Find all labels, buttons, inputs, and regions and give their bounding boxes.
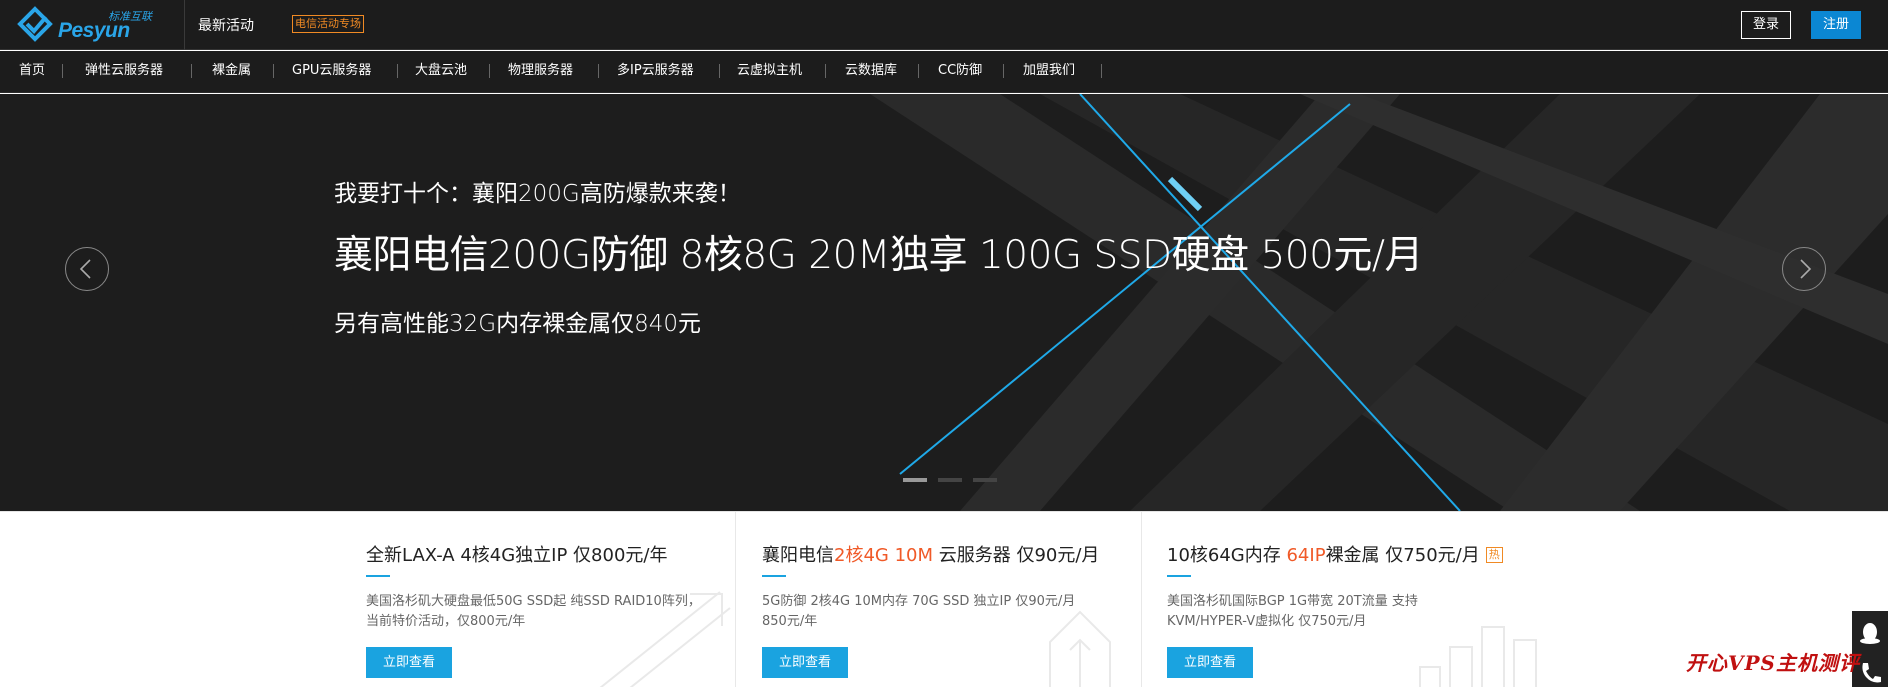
card-title: 襄阳电信2核4G 10M 云服务器 仅90元/月	[762, 541, 1099, 567]
card-title-text: 全新LAX-A 4核4G独立IP 仅800元/年	[366, 545, 668, 566]
card-description: 美国洛杉矶国际BGP 1G带宽 20T流量 支持KVM/HYPER-V虚拟化 仅…	[1167, 594, 1418, 629]
nav-divider	[62, 64, 63, 78]
carousel-prev-button[interactable]	[65, 247, 109, 291]
card-title-highlight: 64IP	[1286, 545, 1326, 566]
card-title-text: 10核64G内存	[1167, 545, 1287, 566]
view-now-button[interactable]: 立即查看	[762, 647, 848, 678]
nav-item-disk-pool[interactable]: 大盘云池	[415, 62, 467, 80]
card-title-text: 裸金属 仅750元/月	[1325, 545, 1480, 566]
hot-badge: 热	[1485, 547, 1503, 563]
nav-item-virtual-host[interactable]: 云虚拟主机	[737, 62, 802, 80]
nav-divider	[825, 64, 826, 78]
card-title-highlight: 2核4G 10M	[834, 545, 934, 566]
chevron-left-icon	[79, 259, 91, 279]
promo-cards: 全新LAX-A 4核4G独立IP 仅800元/年 美国洛杉矶大硬盘最低50G S…	[0, 511, 1888, 687]
card-title: 10核64G内存 64IP裸金属 仅750元/月热	[1167, 541, 1503, 567]
promo-card-xiangyang: 襄阳电信2核4G 10M 云服务器 仅90元/月 5G防御 2核4G 10M内存…	[762, 512, 1132, 687]
carousel-next-button[interactable]	[1782, 247, 1826, 291]
view-now-button[interactable]: 立即查看	[366, 647, 452, 678]
nav-item-elastic-cloud[interactable]: 弹性云服务器	[85, 62, 163, 80]
hero-tagline: 另有高性能32G内存裸金属仅840元	[334, 311, 701, 337]
watermark-text: 开心VPS主机测评	[1686, 651, 1860, 675]
login-button[interactable]: 登录	[1741, 11, 1791, 39]
hero-headline: 襄阳电信200G防御 8核8G 20M独享 100G SSD硬盘 500元/月	[334, 233, 1424, 278]
promo-card-lax: 全新LAX-A 4核4G独立IP 仅800元/年 美国洛杉矶大硬盘最低50G S…	[366, 512, 726, 687]
carousel-dot[interactable]	[973, 478, 997, 482]
nav-item-physical-server[interactable]: 物理服务器	[508, 62, 573, 80]
top-bar: Pesyun 标准互联 最新活动 电信活动专场 登录 注册	[0, 0, 1888, 50]
chevron-right-icon	[1800, 259, 1812, 279]
nav-item-home[interactable]: 首页	[19, 62, 45, 80]
nav-divider	[598, 64, 599, 78]
carousel-dot-active[interactable]	[903, 478, 927, 482]
nav-item-bare-metal[interactable]: 裸金属	[212, 62, 251, 80]
carousel-dot[interactable]	[938, 478, 962, 482]
card-underline	[1167, 575, 1191, 577]
card-title-text: 云服务器 仅90元/月	[933, 545, 1100, 566]
nav-divider	[489, 64, 490, 78]
nav-divider	[918, 64, 919, 78]
nav-divider	[191, 64, 192, 78]
card-underline	[366, 575, 390, 577]
promo-card-bare-metal: 10核64G内存 64IP裸金属 仅750元/月热 美国洛杉矶国际BGP 1G带…	[1167, 512, 1547, 687]
card-description: 美国洛杉矶大硬盘最低50G SSD起 纯SSD RAID10阵列，当前特价活动，…	[366, 594, 701, 629]
hero-banner: 我要打十个：襄阳200G高防爆款来袭！ 襄阳电信200G防御 8核8G 20M独…	[0, 94, 1888, 511]
card-title-text: 襄阳电信	[762, 545, 834, 566]
nav-divider	[1101, 64, 1102, 78]
nav-item-join-us[interactable]: 加盟我们	[1023, 62, 1075, 80]
logo-subtitle: 标准互联	[108, 10, 152, 23]
nav-divider	[719, 64, 720, 78]
nav-item-multi-ip[interactable]: 多IP云服务器	[617, 62, 694, 80]
register-button[interactable]: 注册	[1811, 11, 1861, 39]
card-underline	[762, 575, 786, 577]
main-nav: 首页 弹性云服务器 裸金属 GPU云服务器 大盘云池 物理服务器 多IP云服务器…	[0, 51, 1888, 93]
telecom-promo-badge[interactable]: 电信活动专场	[292, 15, 364, 33]
latest-activity-link[interactable]: 最新活动	[198, 15, 254, 35]
card-title: 全新LAX-A 4核4G独立IP 仅800元/年	[366, 541, 667, 567]
nav-item-database[interactable]: 云数据库	[845, 62, 897, 80]
hero-background-graphic	[870, 94, 1888, 511]
nav-item-cc-defense[interactable]: CC防御	[938, 62, 982, 80]
hero-subtitle: 我要打十个：襄阳200G高防爆款来袭！	[334, 181, 741, 207]
site-logo[interactable]: Pesyun 标准互联	[16, 6, 184, 44]
card-description: 5G防御 2核4G 10M内存 70G SSD 独立IP 仅90元/月 850元…	[762, 594, 1076, 629]
qq-icon	[1860, 623, 1880, 644]
logo-icon	[17, 6, 53, 42]
card-divider	[1141, 512, 1142, 687]
nav-divider	[273, 64, 274, 78]
nav-item-gpu-cloud[interactable]: GPU云服务器	[292, 62, 371, 80]
nav-divider	[1003, 64, 1004, 78]
view-now-button[interactable]: 立即查看	[1167, 647, 1253, 678]
header-divider	[184, 0, 185, 50]
nav-divider	[397, 64, 398, 78]
card-divider	[735, 512, 736, 687]
